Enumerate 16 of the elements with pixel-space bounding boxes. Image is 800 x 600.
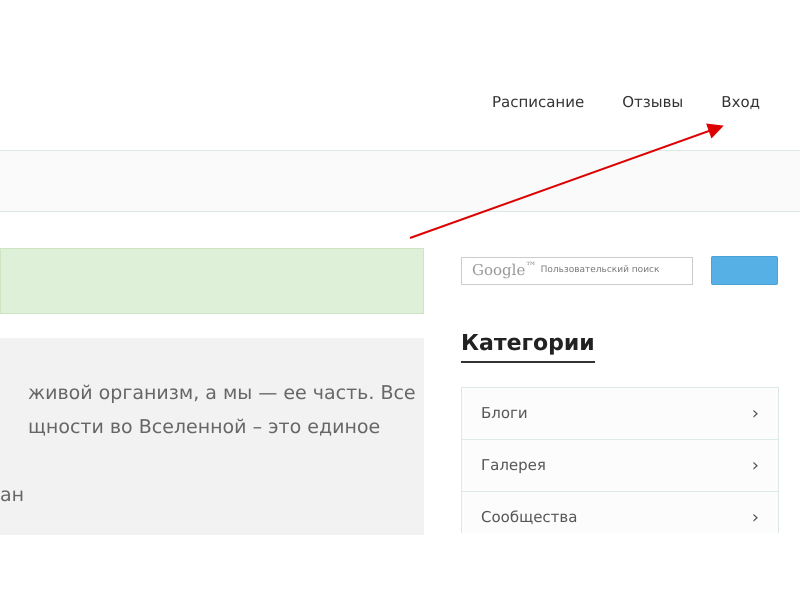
chevron-icon: › xyxy=(752,452,759,479)
nav-link[interactable]: Расписание xyxy=(492,92,584,112)
nav-link[interactable]: Отзывы xyxy=(622,92,684,112)
category-label: Блоги xyxy=(481,403,528,424)
body-text: ан xyxy=(0,483,24,508)
search-button[interactable] xyxy=(711,256,778,285)
chevron-icon: › xyxy=(752,504,759,531)
chevron-icon: › xyxy=(752,400,759,427)
category-label: Сообщества xyxy=(481,507,578,528)
google-logo: Google$^{™}$ xyxy=(472,259,537,282)
category-label: Галерея xyxy=(481,455,546,476)
nav-link[interactable]: Вход xyxy=(721,92,760,112)
body-text: щности во Вселенной – это единое xyxy=(27,415,380,440)
section-heading: Категории xyxy=(461,329,595,363)
search-input[interactable]: Пользовательский поиск xyxy=(540,264,682,278)
body-text: живой организм, а мы — ее часть. Все xyxy=(27,381,416,406)
